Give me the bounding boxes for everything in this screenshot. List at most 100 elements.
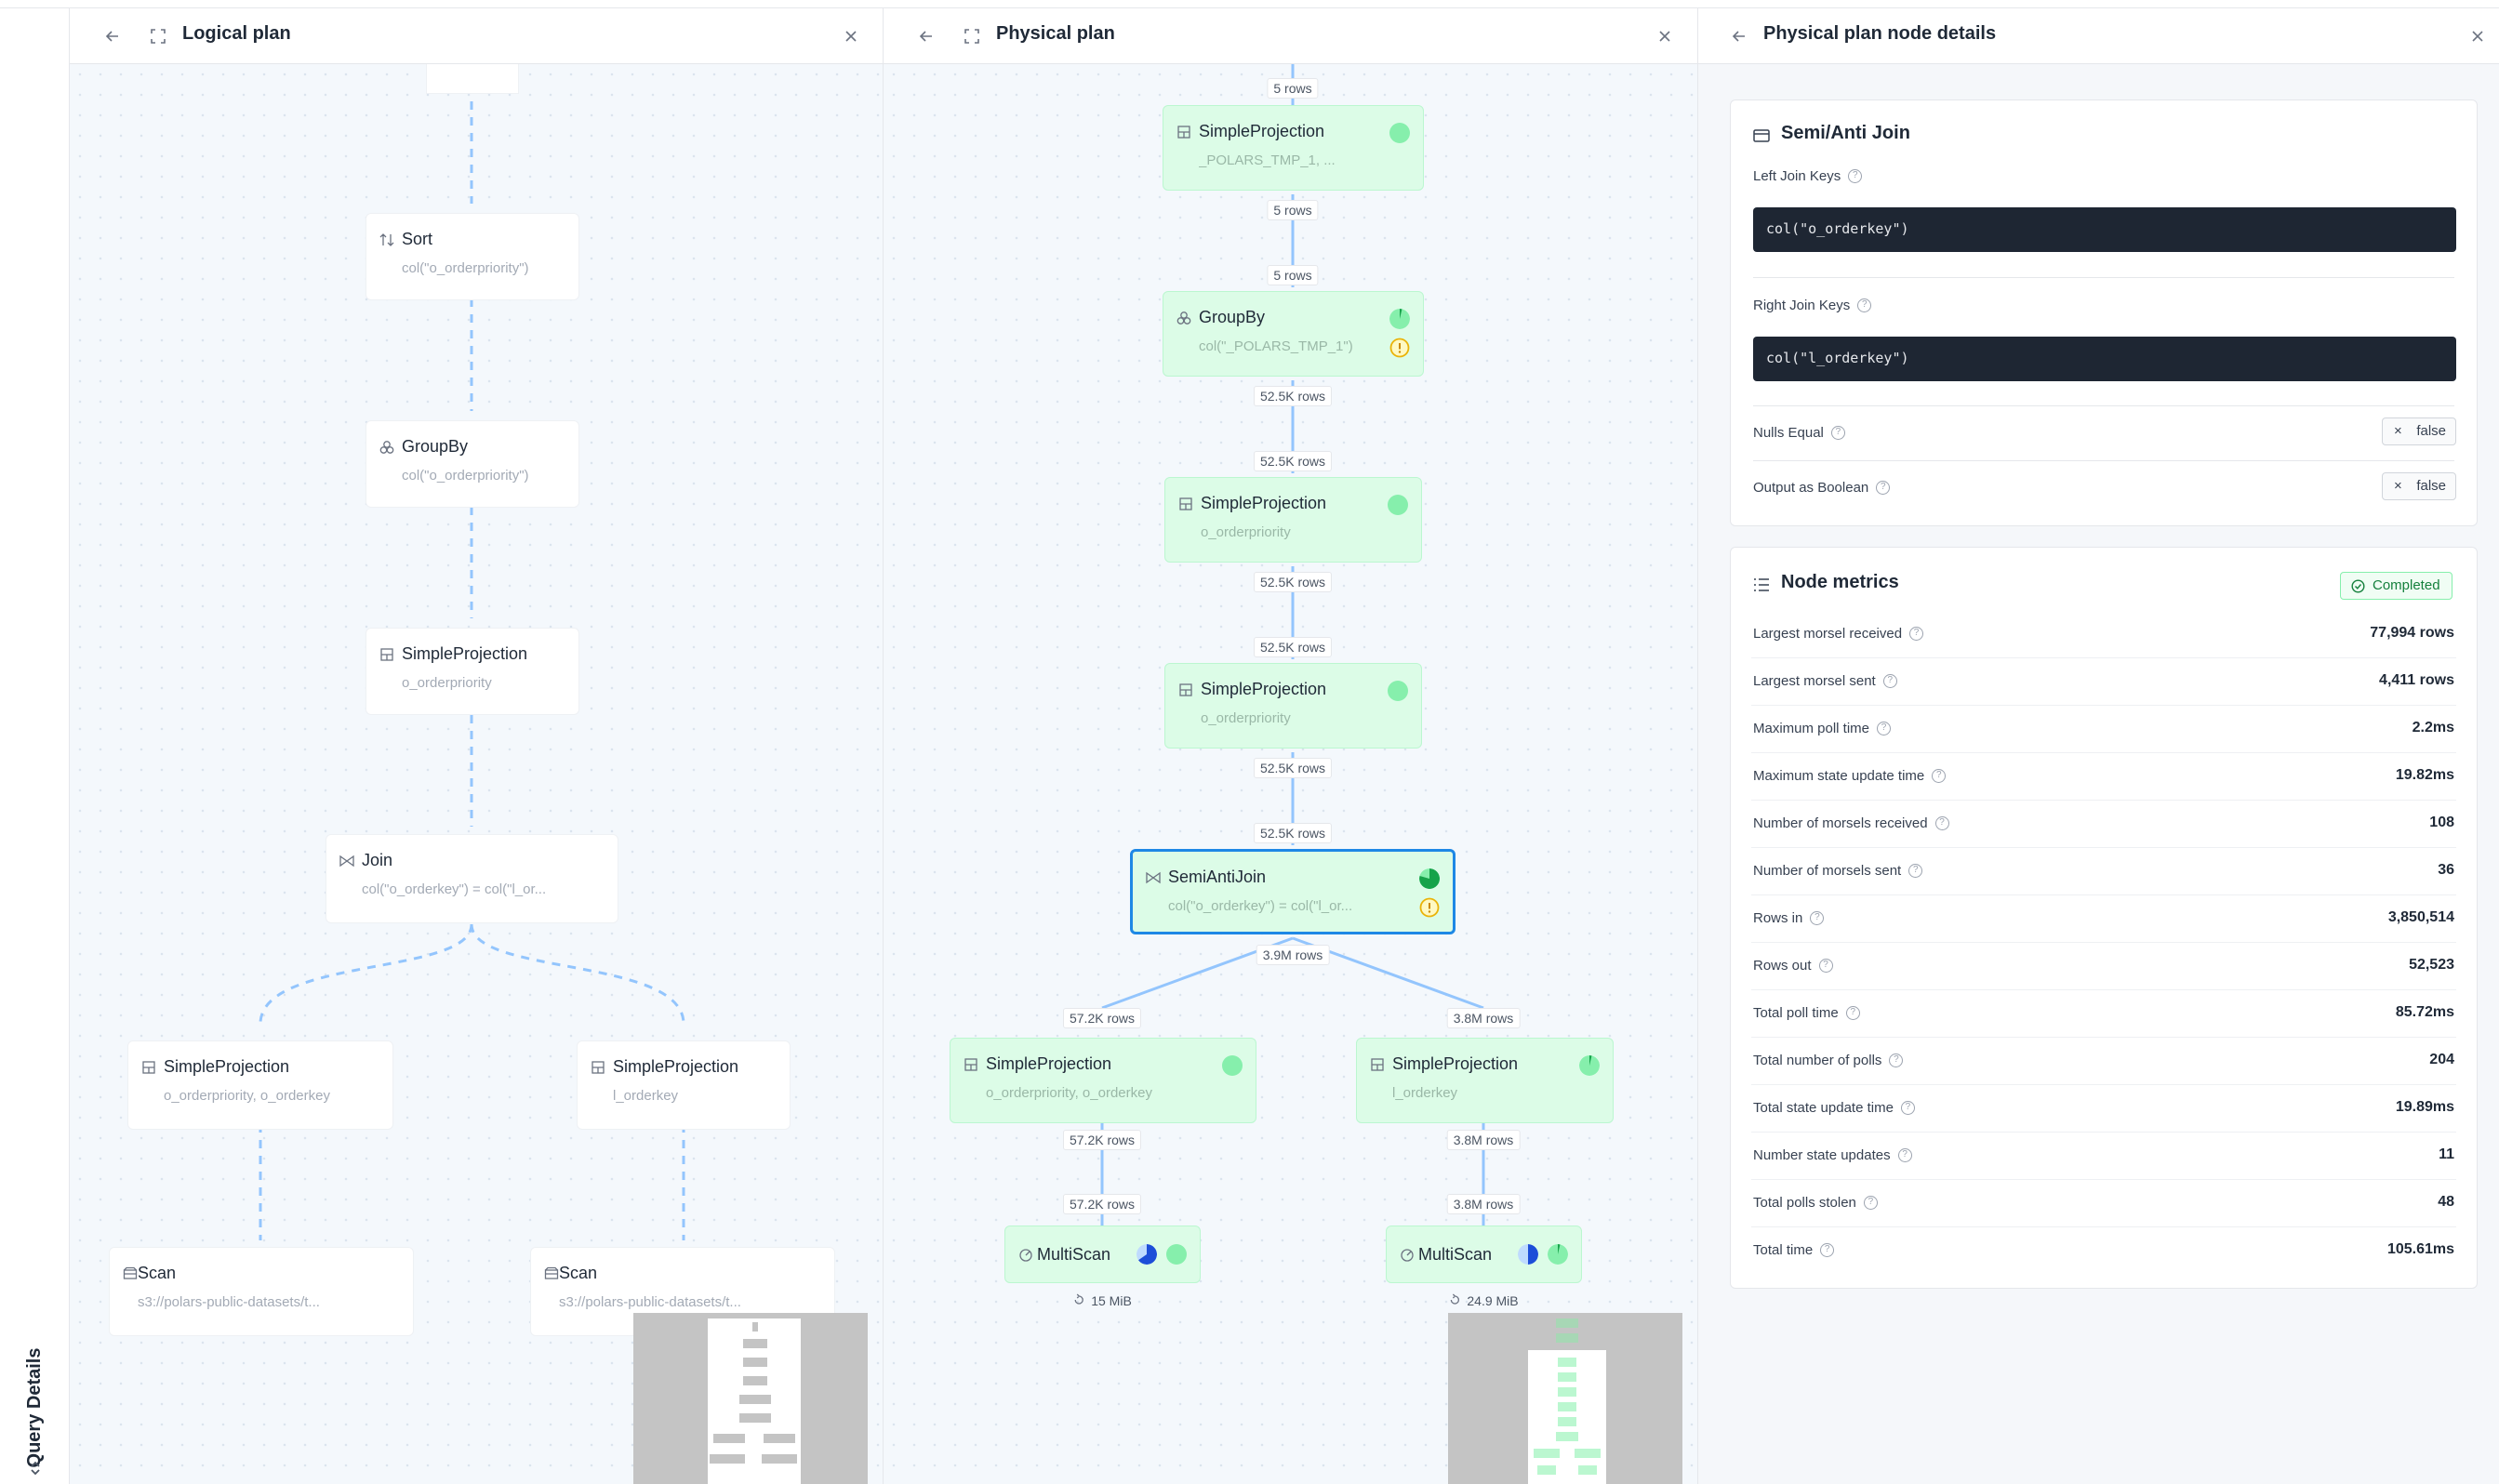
metric-label: Total poll time: [1753, 1005, 1839, 1021]
logical-plan-panel: Logical plan Sort col("o_orderpriority")…: [70, 8, 884, 1484]
edge-label: 57.2K rows: [1062, 1008, 1142, 1028]
join-icon: [1146, 871, 1161, 884]
node-subtitle: col("o_orderpriority"): [402, 468, 529, 484]
help-icon[interactable]: ?: [1908, 863, 1923, 878]
node-subtitle: col("o_orderpriority"): [402, 260, 529, 276]
help-icon[interactable]: ?: [1882, 673, 1897, 688]
physical-node-simpleprojection[interactable]: SimpleProjection _POLARS_TMP_1, ...: [1163, 105, 1424, 191]
help-icon[interactable]: ?: [1876, 480, 1891, 495]
logical-node-top-partial[interactable]: [426, 64, 519, 94]
metric-row: Total time? 105.61ms: [1751, 1227, 2456, 1275]
physical-node-multiscan-left[interactable]: MultiScan: [1004, 1226, 1201, 1283]
query-details-toggle[interactable]: Query Details: [20, 1329, 48, 1484]
help-icon[interactable]: ?: [1934, 815, 1949, 830]
projection-icon: [1179, 497, 1192, 510]
projection-icon: [964, 1058, 977, 1071]
close-icon[interactable]: [2468, 27, 2487, 46]
logical-node-simpleprojection[interactable]: SimpleProjection o_orderpriority: [366, 628, 579, 715]
logical-node-scan-left[interactable]: Scan s3://polars-public-datasets/t...: [109, 1247, 414, 1336]
node-name: SimpleProjection: [1392, 1054, 1519, 1073]
scan-size-label: 15 MiB: [1091, 1293, 1132, 1308]
help-icon[interactable]: ?: [1848, 168, 1863, 183]
logical-node-groupby[interactable]: GroupBy col("o_orderpriority"): [366, 420, 579, 508]
io-progress-icon: [1137, 1244, 1157, 1265]
metric-label: Maximum state update time: [1753, 768, 1925, 784]
metric-row: Number of morsels received? 108: [1751, 801, 2456, 848]
node-name: SimpleProjection: [613, 1057, 739, 1076]
warning-icon: [1419, 897, 1440, 918]
node-name: SimpleProjection: [1201, 680, 1327, 698]
help-icon[interactable]: ?: [1932, 768, 1947, 783]
edge-label: 57.2K rows: [1062, 1194, 1142, 1214]
node-subtitle: o_orderpriority: [1201, 524, 1291, 540]
metric-value: 3,850,514: [2387, 909, 2454, 925]
physical-minimap[interactable]: [1448, 1313, 1682, 1484]
physical-node-simpleprojection[interactable]: SimpleProjection o_orderpriority: [1164, 477, 1422, 563]
help-icon[interactable]: ?: [1889, 1053, 1904, 1067]
x-icon: ×: [2394, 423, 2402, 439]
logical-plan-canvas[interactable]: Sort col("o_orderpriority") GroupBy col(…: [70, 64, 883, 1484]
edge-label: 52.5K rows: [1253, 637, 1333, 657]
close-icon[interactable]: [842, 27, 860, 46]
metric-value: 36: [2438, 862, 2454, 878]
help-icon[interactable]: ?: [1810, 910, 1825, 925]
node-name: Join: [362, 851, 393, 869]
logical-node-sort[interactable]: Sort col("o_orderpriority"): [366, 213, 579, 300]
logical-minimap[interactable]: [633, 1313, 868, 1484]
metric-row: Rows out? 52,523: [1751, 943, 2456, 990]
edge-label: 52.5K rows: [1253, 758, 1333, 778]
help-icon[interactable]: ?: [1909, 626, 1924, 641]
help-icon[interactable]: ?: [1818, 958, 1833, 973]
help-icon[interactable]: ?: [1897, 1147, 1912, 1162]
physical-node-simpleprojection[interactable]: SimpleProjection o_orderpriority: [1164, 663, 1422, 749]
download-icon: [1074, 1293, 1083, 1305]
expand-icon[interactable]: [963, 27, 981, 46]
help-icon[interactable]: ?: [1845, 1005, 1860, 1020]
metric-value: 77,994 rows: [2370, 625, 2454, 641]
back-arrow-icon[interactable]: [103, 27, 122, 46]
physical-plan-canvas[interactable]: 5 rows 5 rows 5 rows 52.5K rows 52.5K ro…: [884, 64, 1697, 1484]
projection-icon: [1177, 126, 1190, 139]
left-join-keys-label: Left Join Keys?: [1753, 168, 1863, 184]
logical-node-join[interactable]: Join col("o_orderkey") = col("l_or...: [326, 834, 618, 923]
physical-node-multiscan-right[interactable]: MultiScan: [1386, 1226, 1582, 1283]
help-icon[interactable]: ?: [1863, 1195, 1878, 1210]
node-subtitle: o_orderpriority: [1201, 710, 1291, 726]
help-icon[interactable]: ?: [1877, 721, 1892, 735]
help-icon[interactable]: ?: [1820, 1242, 1835, 1257]
help-icon[interactable]: ?: [1857, 298, 1872, 312]
metric-label: Rows out: [1753, 958, 1812, 974]
node-name: GroupBy: [1199, 308, 1266, 326]
edge-label: 3.8M rows: [1446, 1008, 1521, 1028]
metric-value: 85.72ms: [2395, 1004, 2454, 1020]
logical-node-simpleprojection-right[interactable]: SimpleProjection l_orderkey: [577, 1040, 791, 1130]
help-icon[interactable]: ?: [1900, 1100, 1915, 1115]
physical-node-groupby[interactable]: GroupBy col("_POLARS_TMP_1"): [1163, 291, 1424, 377]
close-icon[interactable]: [1655, 27, 1674, 46]
node-name: Sort: [402, 230, 433, 248]
edge-label: 52.5K rows: [1253, 572, 1333, 592]
progress-complete-icon: [1388, 495, 1408, 515]
edge-label: 3.9M rows: [1256, 945, 1330, 965]
edge-label: 52.5K rows: [1253, 386, 1333, 406]
right-join-keys-code: col("l_orderkey"): [1753, 337, 2456, 381]
progress-complete-icon: [1389, 123, 1410, 143]
back-arrow-icon[interactable]: [1730, 27, 1748, 46]
node-name: SimpleProjection: [164, 1057, 290, 1076]
divider: [1753, 277, 2454, 278]
left-join-keys-code: col("o_orderkey"): [1753, 207, 2456, 252]
node-subtitle: l_orderkey: [1392, 1085, 1458, 1101]
progress-complete-icon: [1388, 681, 1408, 701]
physical-node-simpleprojection-right[interactable]: SimpleProjection l_orderkey: [1356, 1038, 1614, 1123]
help-icon[interactable]: ?: [1830, 425, 1845, 440]
node-name: SimpleProjection: [1199, 122, 1325, 140]
back-arrow-icon[interactable]: [917, 27, 936, 46]
edge-label: 5 rows: [1267, 200, 1319, 220]
physical-node-simpleprojection-left[interactable]: SimpleProjection o_orderpriority, o_orde…: [950, 1038, 1256, 1123]
physical-node-semiantijoin[interactable]: SemiAntiJoin col("o_orderkey") = col("l_…: [1130, 849, 1456, 934]
expand-icon[interactable]: [149, 27, 167, 46]
logical-node-simpleprojection-left[interactable]: SimpleProjection o_orderpriority, o_orde…: [127, 1040, 393, 1130]
edge-label: 52.5K rows: [1253, 823, 1333, 843]
metric-label: Total state update time: [1753, 1100, 1894, 1116]
metric-value: 52,523: [2409, 957, 2454, 973]
